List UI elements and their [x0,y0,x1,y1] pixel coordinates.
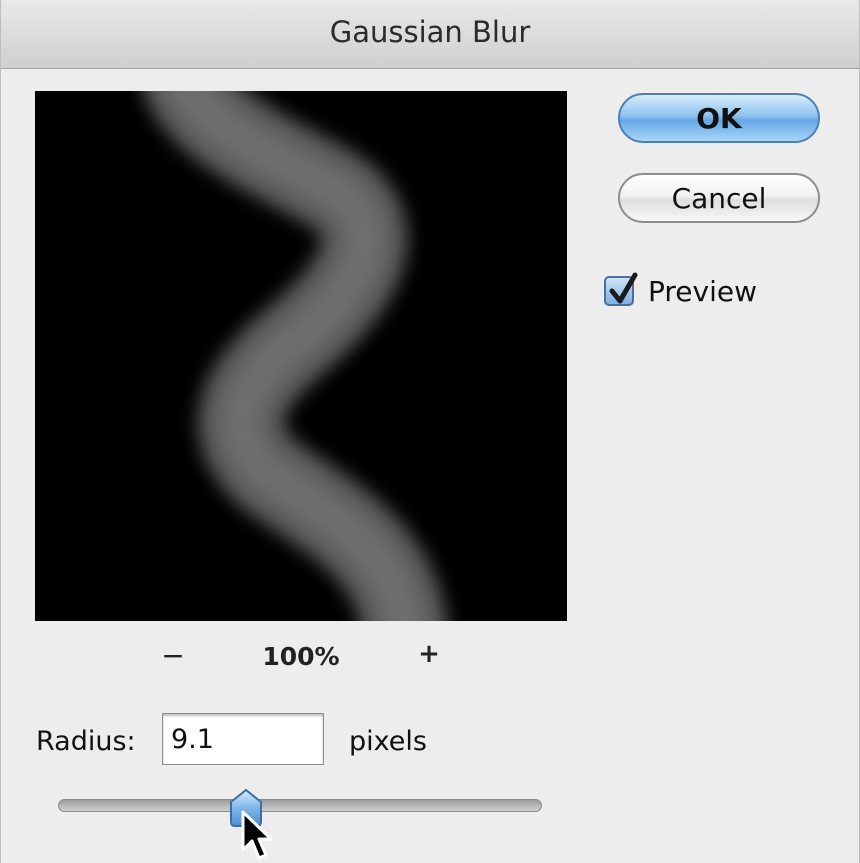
gaussian-blur-dialog: Gaussian Blur − 100% + OK Cancel Preview [0,0,860,863]
radius-slider-track[interactable] [58,799,542,812]
zoom-in-button[interactable]: + [415,639,443,669]
slider-thumb-icon[interactable] [228,788,264,828]
blurred-squiggle-preview [35,91,567,621]
radius-row: Radius: pixels [1,713,601,769]
radius-input[interactable] [162,713,324,765]
zoom-out-button[interactable]: − [159,639,187,672]
preview-image[interactable] [35,91,567,621]
dialog-title: Gaussian Blur [329,15,531,49]
checkmark-icon [609,272,638,304]
units-label: pixels [349,726,427,757]
zoom-controls: − 100% + [1,637,601,677]
zoom-level: 100% [262,642,340,671]
ok-button[interactable]: OK [618,93,820,143]
preview-label: Preview [648,275,757,308]
preview-option: Preview [601,272,841,312]
title-bar[interactable]: Gaussian Blur [1,0,859,69]
preview-checkbox[interactable] [604,272,638,306]
radius-label: Radius: [36,726,136,757]
cancel-button[interactable]: Cancel [618,173,820,223]
